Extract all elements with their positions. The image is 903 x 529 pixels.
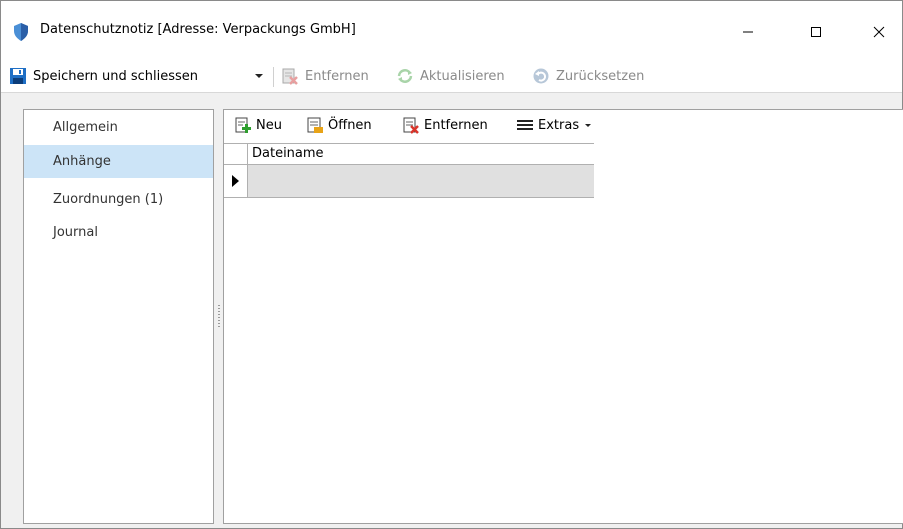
remove-attachment-label: Entfernen	[424, 117, 488, 133]
minimize-icon	[743, 31, 753, 33]
delete-document-icon	[281, 67, 299, 85]
column-header-dateiname[interactable]: Dateiname	[248, 143, 594, 165]
extras-label: Extras	[538, 117, 580, 133]
remove-attachment-button[interactable]: Entfernen	[402, 110, 488, 140]
menu-icon	[516, 116, 534, 134]
main-toolbar: Speichern und schliessen Entfernen Aktua…	[1, 59, 902, 93]
open-label: Öffnen	[328, 117, 372, 133]
remove-button[interactable]: Entfernen	[281, 59, 369, 93]
shield-icon	[13, 23, 29, 41]
open-attachment-button[interactable]: Öffnen	[306, 110, 372, 140]
nav-item-allgemein[interactable]: Allgemein	[24, 111, 213, 144]
refresh-button[interactable]: Aktualisieren	[396, 59, 505, 93]
table-cell-dateiname[interactable]	[248, 165, 594, 197]
title-bar[interactable]: Datenschutznotiz [Adresse: Verpackungs G…	[1, 1, 902, 59]
chevron-down-icon	[255, 74, 263, 78]
save-and-close-label: Speichern und schliessen	[33, 68, 199, 84]
refresh-label: Aktualisieren	[420, 68, 505, 84]
attachments-toolbar: Neu Öffnen Entfernen Extras	[224, 110, 903, 140]
table-corner	[224, 143, 248, 165]
extras-menu-button[interactable]: Extras	[516, 110, 592, 140]
delete-document-icon	[402, 116, 420, 134]
new-label: Neu	[256, 117, 282, 133]
panel-splitter[interactable]	[215, 109, 223, 524]
chevron-down-icon	[585, 124, 592, 127]
current-row-icon	[232, 175, 239, 187]
remove-label: Entfernen	[305, 68, 369, 84]
save-options-dropdown[interactable]	[251, 59, 267, 93]
window-title: Datenschutznotiz [Adresse: Verpackungs G…	[40, 22, 356, 37]
add-document-icon	[234, 116, 252, 134]
maximize-button[interactable]	[793, 15, 839, 49]
save-and-close-button[interactable]: Speichern und schliessen	[9, 59, 198, 93]
open-document-icon	[306, 116, 324, 134]
splitter-grip	[218, 305, 220, 329]
new-attachment-button[interactable]: Neu	[234, 110, 282, 140]
reset-label: Zurücksetzen	[556, 68, 645, 84]
close-icon	[873, 26, 885, 38]
minimize-button[interactable]	[725, 15, 771, 49]
close-button[interactable]	[856, 15, 902, 49]
toolbar-separator	[273, 67, 274, 87]
dialog-window: Datenschutznotiz [Adresse: Verpackungs G…	[0, 0, 903, 529]
attachments-panel: Neu Öffnen Entfernen Extras Dateiname	[223, 109, 903, 524]
nav-item-zuordnungen[interactable]: Zuordnungen (1)	[24, 183, 213, 216]
attachments-table[interactable]: Dateiname	[224, 143, 594, 198]
undo-icon	[532, 67, 550, 85]
row-indicator[interactable]	[224, 165, 248, 197]
floppy-disk-icon	[9, 67, 27, 85]
nav-item-anhaenge[interactable]: Anhänge	[24, 145, 213, 178]
reset-button[interactable]: Zurücksetzen	[532, 59, 644, 93]
section-navigation: Allgemein Anhänge Zuordnungen (1) Journa…	[23, 109, 214, 524]
maximize-icon	[811, 27, 821, 37]
nav-item-journal[interactable]: Journal	[24, 216, 213, 249]
refresh-icon	[396, 67, 414, 85]
